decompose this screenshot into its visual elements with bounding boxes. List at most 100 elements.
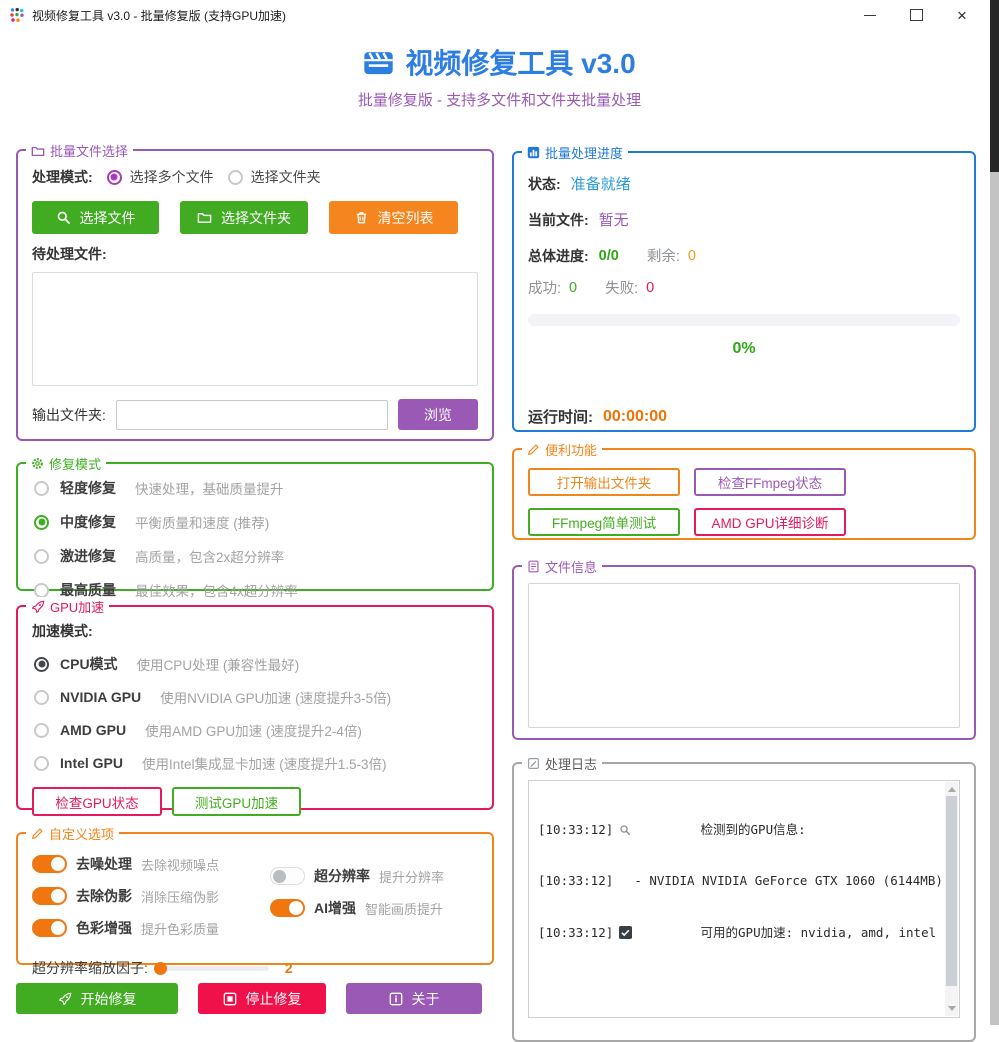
repair-option-light[interactable]: 轻度修复 快速处理，基础质量提升 xyxy=(34,478,476,498)
scale-factor-slider[interactable] xyxy=(156,966,269,971)
gpu-option-cpu[interactable]: CPU模式 使用CPU处理 (兼容性最好) xyxy=(34,654,476,674)
success-value: 0 xyxy=(569,280,577,296)
progress-legend: 批量处理进度 xyxy=(522,143,628,162)
file-selection-legend: 批量文件选择 xyxy=(26,141,133,160)
scroll-up-arrow-icon[interactable] xyxy=(948,787,956,792)
file-info-box[interactable] xyxy=(528,583,960,728)
close-icon: × xyxy=(957,7,967,24)
search-icon xyxy=(56,210,71,225)
log-scrollbar-thumb[interactable] xyxy=(946,796,957,986)
fail-label: 失败: xyxy=(605,277,638,298)
radio-best-icon[interactable] xyxy=(34,583,49,598)
log-line: [10:33:12] - NVIDIA NVIDIA GeForce GTX 1… xyxy=(538,872,937,890)
repair-option-medium[interactable]: 中度修复 平衡质量和速度 (推荐) xyxy=(34,512,476,532)
gpu-legend: GPU加速 xyxy=(26,597,109,616)
window-scrollbar[interactable] xyxy=(990,0,999,1025)
pending-files-list[interactable] xyxy=(32,272,478,386)
toggle-ai-enhance-switch[interactable] xyxy=(270,899,305,917)
gpu-option-intel[interactable]: Intel GPU 使用Intel集成显卡加速 (速度提升1.5-3倍) xyxy=(34,753,476,773)
start-repair-button[interactable]: 开始修复 xyxy=(16,983,178,1014)
runtime-value: 00:00:00 xyxy=(603,408,667,426)
progress-bar xyxy=(528,314,960,326)
rocket-icon xyxy=(58,992,72,1006)
log-box[interactable]: [10:33:12] 检测到的GPU信息: [10:33:12] - NVIDI… xyxy=(528,780,960,1018)
page-title: 视频修复工具 v3.0 xyxy=(0,42,999,82)
gpu-group: GPU加速 加速模式: CPU模式 使用CPU处理 (兼容性最好) NVIDIA… xyxy=(16,605,494,810)
check-ffmpeg-button[interactable]: 检查FFmpeg状态 xyxy=(694,468,846,496)
scale-factor-value: 2 xyxy=(285,960,293,976)
gpu-option-nvidia[interactable]: NVIDIA GPU 使用NVIDIA GPU加速 (速度提升3-5倍) xyxy=(34,687,476,707)
current-file-value: 暂无 xyxy=(599,209,629,230)
radio-intel-icon[interactable] xyxy=(34,756,49,771)
amd-gpu-diagnose-button[interactable]: AMD GPU详细诊断 xyxy=(694,508,846,536)
gpu-option-amd[interactable]: AMD GPU 使用AMD GPU加速 (速度提升2-4倍) xyxy=(34,720,476,740)
toggle-superres-switch[interactable] xyxy=(270,867,305,885)
minimize-icon xyxy=(864,15,876,16)
bar-chart-icon xyxy=(527,146,540,159)
repair-mode-legend: 修复模式 xyxy=(26,454,106,473)
page-subtitle: 批量修复版 - 支持多文件和文件夹批量处理 xyxy=(0,89,999,110)
accel-mode-label: 加速模式: xyxy=(32,621,478,641)
output-folder-input[interactable] xyxy=(116,400,388,430)
about-button[interactable]: 关于 xyxy=(346,983,482,1014)
utilities-group: 便利功能 打开输出文件夹 检查FFmpeg状态 FFmpeg简单测试 AMD G… xyxy=(512,448,976,540)
mode-multiple-files[interactable]: 选择多个文件 xyxy=(107,167,214,187)
radio-aggressive-icon[interactable] xyxy=(34,549,49,564)
radio-nvidia-icon[interactable] xyxy=(34,690,49,705)
app-header: 视频修复工具 v3.0 批量修复版 - 支持多文件和文件夹批量处理 xyxy=(0,42,999,110)
custom-options-group: 自定义选项 去噪处理 去除视频噪点 去除伪影 消除压缩伪影 色彩增强 提升色彩质… xyxy=(16,832,494,965)
toggle-deartifact-switch[interactable] xyxy=(32,887,67,905)
progress-group: 批量处理进度 状态: 准备就绪 当前文件: 暂无 总体进度: 0/0 剩余: 0… xyxy=(512,151,976,432)
window-scrollbar-thumb[interactable] xyxy=(990,0,999,172)
slider-thumb[interactable] xyxy=(154,962,167,975)
process-mode-label: 处理模式: xyxy=(32,167,93,187)
radio-medium-icon[interactable] xyxy=(34,515,49,530)
folder-icon xyxy=(197,210,212,225)
toggle-denoise[interactable]: 去噪处理 去除视频噪点 xyxy=(32,854,270,874)
browse-button[interactable]: 浏览 xyxy=(398,399,478,430)
pencil-icon xyxy=(527,443,540,456)
runtime-label: 运行时间: xyxy=(528,406,593,427)
folder-icon xyxy=(31,144,45,158)
check-gpu-button[interactable]: 检查GPU状态 xyxy=(32,787,162,816)
ffmpeg-test-button[interactable]: FFmpeg简单测试 xyxy=(528,508,680,536)
pencil-icon xyxy=(31,827,44,840)
select-folder-button[interactable]: 选择文件夹 xyxy=(180,201,308,234)
toggle-denoise-switch[interactable] xyxy=(32,855,67,873)
status-label: 状态: xyxy=(528,174,561,194)
checked-checkbox-icon xyxy=(619,890,694,975)
maximize-button[interactable] xyxy=(893,0,939,30)
pending-files-label: 待处理文件: xyxy=(32,244,478,264)
file-info-group: 文件信息 xyxy=(512,565,976,740)
current-file-label: 当前文件: xyxy=(528,210,589,230)
toggle-color-enhance[interactable]: 色彩增强 提升色彩质量 xyxy=(32,918,270,938)
output-folder-label: 输出文件夹: xyxy=(32,405,106,425)
open-output-folder-button[interactable]: 打开输出文件夹 xyxy=(528,468,680,496)
stop-repair-button[interactable]: 停止修复 xyxy=(198,983,326,1014)
close-button[interactable]: × xyxy=(939,0,985,30)
clear-list-button[interactable]: 清空列表 xyxy=(329,201,458,234)
radio-cpu-icon[interactable] xyxy=(34,657,49,672)
test-gpu-button[interactable]: 测试GPU加速 xyxy=(172,787,301,816)
mode-folder[interactable]: 选择文件夹 xyxy=(228,167,321,187)
radio-light-icon[interactable] xyxy=(34,481,49,496)
maximize-icon xyxy=(910,9,923,21)
toggle-ai-enhance[interactable]: AI增强 智能画质提升 xyxy=(270,898,444,918)
success-label: 成功: xyxy=(528,277,561,298)
toggle-color-enhance-switch[interactable] xyxy=(32,919,67,937)
log-legend: 处理日志 xyxy=(522,754,602,773)
window-title: 视频修复工具 v3.0 - 批量修复版 (支持GPU加速) xyxy=(32,7,286,24)
radio-amd-icon[interactable] xyxy=(34,723,49,738)
radio-folder-icon[interactable] xyxy=(228,170,243,185)
repair-option-aggressive[interactable]: 激进修复 高质量，包含2x超分辨率 xyxy=(34,546,476,566)
scroll-down-arrow-icon[interactable] xyxy=(948,1006,956,1011)
info-icon xyxy=(389,992,403,1006)
remaining-label: 剩余: xyxy=(647,245,680,266)
toggle-deartifact[interactable]: 去除伪影 消除压缩伪影 xyxy=(32,886,270,906)
log-scrollbar[interactable] xyxy=(945,782,958,1016)
titlebar: 视频修复工具 v3.0 - 批量修复版 (支持GPU加速) × xyxy=(0,0,999,30)
radio-multiple-files-icon[interactable] xyxy=(107,170,122,185)
select-files-button[interactable]: 选择文件 xyxy=(32,201,159,234)
toggle-superres[interactable]: 超分辨率 提升分辨率 xyxy=(270,866,444,886)
minimize-button[interactable] xyxy=(847,0,893,30)
